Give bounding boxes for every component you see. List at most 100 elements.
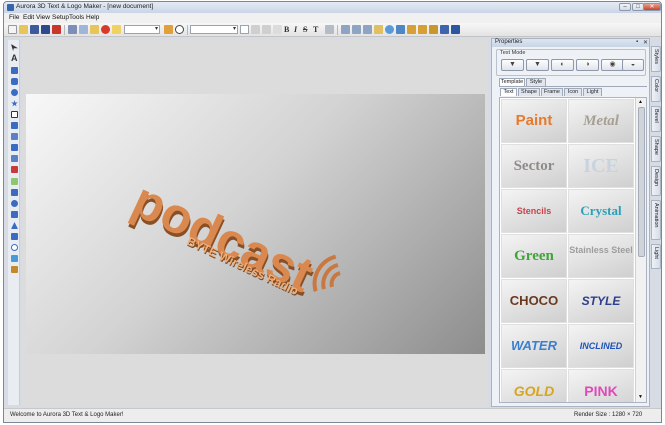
minimize-button[interactable]: – — [619, 3, 631, 11]
template-crystal[interactable]: Crystal — [568, 189, 634, 233]
tab-style[interactable]: Style — [526, 78, 546, 86]
side-tab-color[interactable]: Color — [651, 76, 661, 102]
align-icon[interactable] — [325, 25, 334, 34]
side-tab-animation[interactable]: Animation — [651, 200, 661, 240]
text-style-icon[interactable] — [407, 25, 416, 34]
menu-tools[interactable]: Tools — [69, 14, 84, 21]
text-style-3-icon[interactable] — [429, 25, 438, 34]
template-pink[interactable]: PINK — [568, 369, 634, 402]
close-button[interactable]: ✕ — [643, 3, 661, 11]
copy-icon[interactable] — [79, 25, 88, 34]
pen-icon[interactable] — [11, 133, 18, 140]
mode-sphere-button[interactable]: ◉ — [601, 59, 624, 71]
box-icon[interactable] — [11, 233, 18, 240]
globe-icon[interactable] — [396, 25, 405, 34]
ring-icon[interactable] — [11, 244, 18, 251]
arrow-icon[interactable] — [11, 189, 18, 196]
measure-icon[interactable] — [11, 166, 18, 173]
zoom-select[interactable]: ▾ — [124, 25, 160, 34]
clear-icon[interactable] — [112, 25, 121, 34]
render-2-icon[interactable] — [451, 25, 460, 34]
ellipse-icon[interactable] — [11, 89, 18, 96]
template-ice[interactable]: ICE — [568, 144, 634, 188]
side-tab-shape[interactable]: Shape — [651, 136, 661, 162]
paste-icon[interactable] — [90, 25, 99, 34]
italic-button[interactable]: I — [294, 25, 297, 34]
menu-file[interactable]: File — [9, 14, 19, 21]
subtab-shape[interactable]: Shape — [518, 88, 540, 96]
template-sector[interactable]: Sector — [501, 144, 567, 188]
scrollbar-thumb[interactable] — [638, 107, 645, 257]
template-choco[interactable]: CHOCO — [501, 279, 567, 323]
side-tab-bevel[interactable]: Bevel — [651, 106, 661, 132]
layout-icon[interactable] — [341, 25, 350, 34]
menu-edit[interactable]: Edit — [23, 14, 34, 21]
subtab-light[interactable]: Light — [583, 88, 602, 96]
delete-icon[interactable] — [101, 25, 110, 34]
template-stencils[interactable]: Stencils — [501, 189, 567, 233]
play-icon[interactable] — [175, 25, 184, 34]
transform-icon[interactable] — [374, 25, 383, 34]
mode-bevel-button[interactable]: ◐ — [551, 59, 574, 71]
design-canvas[interactable]: podcast podcast BYTE Wireless Radio BYTE… — [26, 94, 485, 354]
mode-round-button[interactable]: ◑ — [576, 59, 599, 71]
wand-icon[interactable] — [164, 25, 173, 34]
open-icon[interactable] — [19, 25, 28, 34]
layout-3-icon[interactable] — [363, 25, 372, 34]
menu-help[interactable]: Help — [86, 14, 99, 21]
gallery-scrollbar[interactable]: ▲ ▼ — [635, 98, 646, 402]
print-icon[interactable] — [68, 25, 77, 34]
strike-button[interactable]: S — [303, 25, 307, 34]
subtab-text[interactable]: Text — [500, 88, 517, 96]
cone-icon[interactable] — [11, 222, 18, 229]
tab-template[interactable]: Template — [499, 78, 525, 86]
text-tool-icon[interactable]: A — [11, 54, 19, 63]
menu-setup[interactable]: Setup — [52, 14, 69, 21]
new-icon[interactable] — [8, 25, 17, 34]
side-tab-styles[interactable]: Styles — [651, 46, 661, 72]
size-up-icon[interactable] — [251, 25, 260, 34]
rounded-rect-icon[interactable] — [11, 78, 18, 85]
render-icon[interactable] — [440, 25, 449, 34]
scroll-down-icon[interactable]: ▼ — [638, 394, 643, 400]
side-tab-design[interactable]: Design — [651, 166, 661, 196]
mode-flat-button[interactable]: ▼ — [501, 59, 524, 71]
template-green[interactable]: Green — [501, 234, 567, 278]
leaf-icon[interactable] — [11, 178, 18, 185]
close-panel-icon[interactable]: ✕ — [643, 39, 648, 46]
mode-deep-button[interactable]: ◒ — [622, 59, 644, 71]
subtab-frame[interactable]: Frame — [541, 88, 563, 96]
template-paint[interactable]: Paint — [501, 99, 567, 143]
star-icon[interactable] — [11, 100, 18, 107]
layout-2-icon[interactable] — [352, 25, 361, 34]
scroll-up-icon[interactable]: ▲ — [638, 99, 643, 105]
template-water[interactable]: WATER — [501, 324, 567, 368]
template-style[interactable]: STYLE — [568, 279, 634, 323]
strike-alt-button[interactable]: T — [313, 25, 318, 34]
template-metal[interactable]: Metal — [568, 99, 634, 143]
template-gold[interactable]: GOLD — [501, 369, 567, 402]
font-size-input[interactable] — [240, 25, 249, 34]
image-icon[interactable] — [11, 111, 18, 118]
brush-icon[interactable] — [11, 266, 18, 273]
export-icon[interactable] — [52, 25, 61, 34]
subtab-icon[interactable]: Icon — [564, 88, 582, 96]
rectangle-icon[interactable] — [11, 67, 18, 74]
rotate-icon[interactable] — [385, 25, 394, 34]
torus-icon[interactable] — [11, 211, 18, 218]
template-stainless-steel[interactable]: Stainless Steel — [568, 234, 634, 278]
spacing-icon[interactable] — [273, 25, 282, 34]
font-select[interactable]: ▾ — [190, 25, 238, 34]
side-tab-light[interactable]: Light — [651, 244, 661, 269]
app-icon[interactable] — [7, 4, 14, 11]
mode-extrude-button[interactable]: ▼ — [526, 59, 549, 71]
template-inclined[interactable]: INCLINED — [568, 324, 634, 368]
cylinder-icon[interactable] — [11, 155, 18, 162]
save-as-icon[interactable] — [41, 25, 50, 34]
cube-icon[interactable] — [11, 144, 18, 151]
menu-view[interactable]: View — [36, 14, 50, 21]
save-icon[interactable] — [30, 25, 39, 34]
sphere-icon[interactable] — [11, 200, 18, 207]
bold-button[interactable]: B — [284, 25, 289, 34]
pin-icon[interactable]: ▪ — [636, 39, 638, 45]
